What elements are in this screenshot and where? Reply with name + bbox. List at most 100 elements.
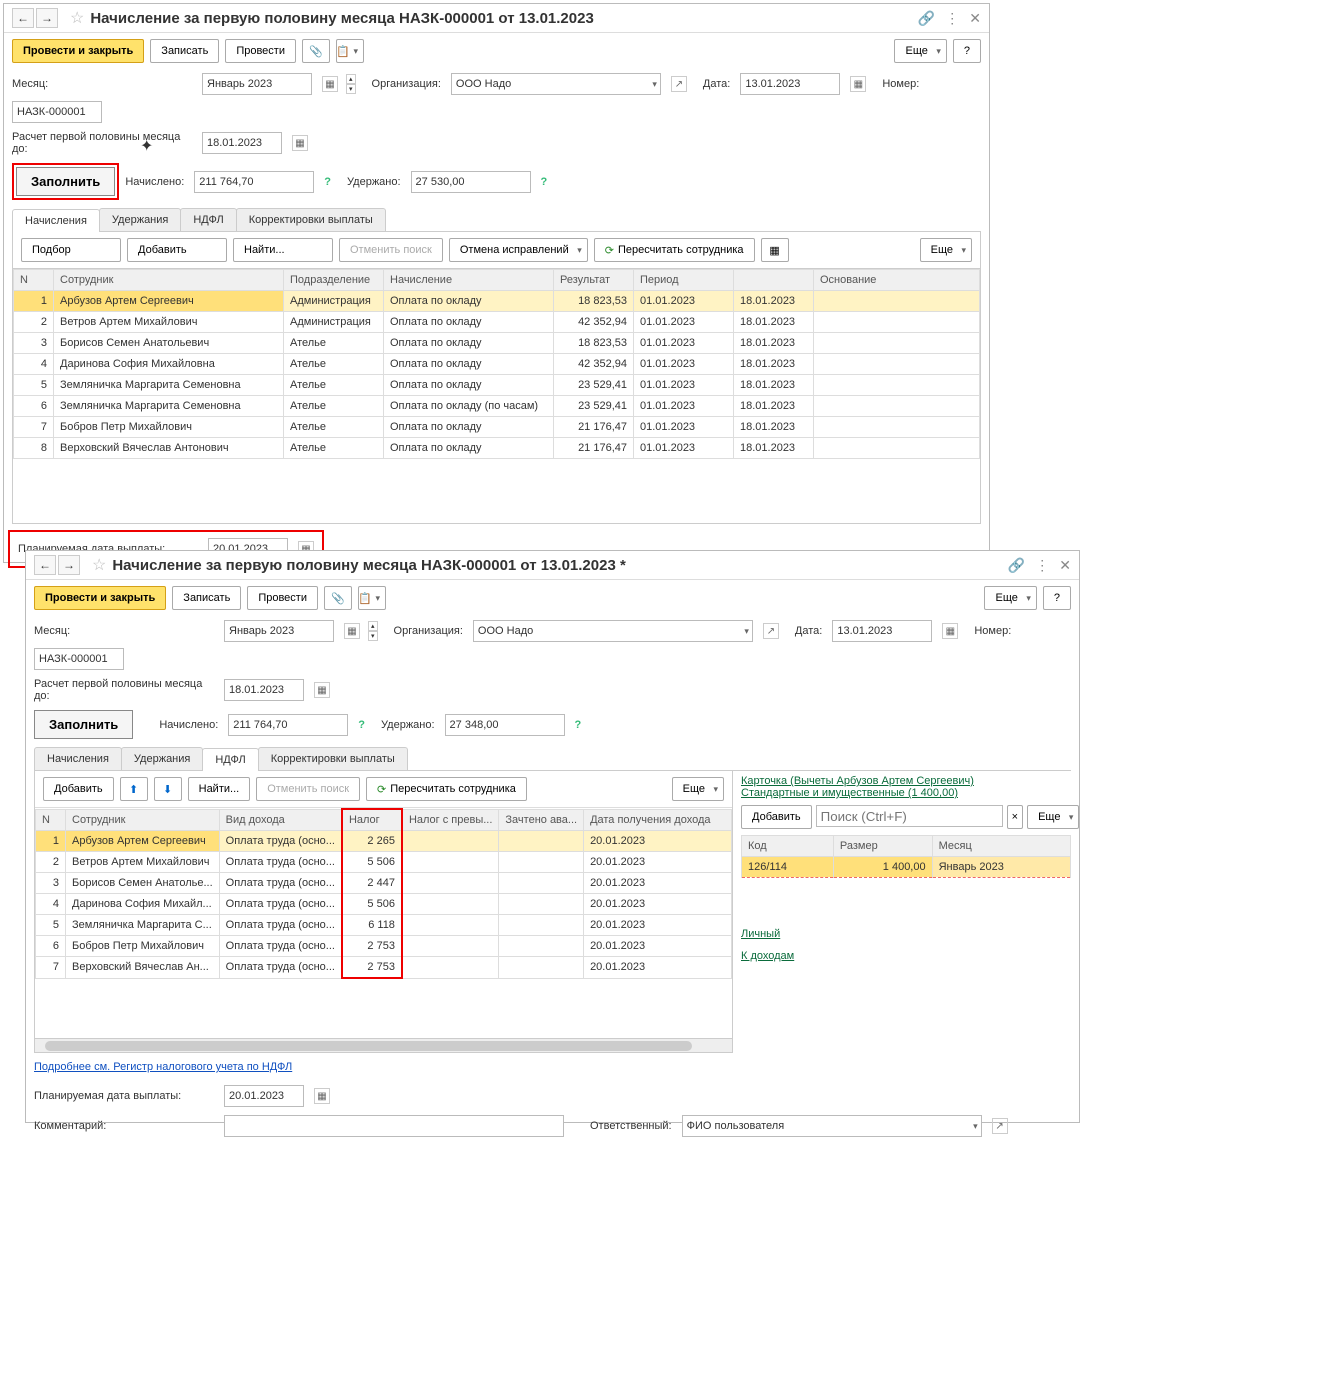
col-tax[interactable]: Налог (342, 809, 402, 831)
close-icon[interactable]: ✕ (969, 10, 981, 27)
link-icon[interactable]: 🔗 (1008, 557, 1025, 574)
side-col-month[interactable]: Месяц (932, 836, 1070, 857)
table-row[interactable]: 7Бобров Петр МихайловичАтельеОплата по о… (14, 417, 980, 438)
recalc-button[interactable]: ⟳Пересчитать сотрудника (594, 238, 755, 262)
register-link[interactable]: Подробнее см. Регистр налогового учета п… (34, 1061, 292, 1073)
month-down[interactable]: ▾ (368, 631, 378, 641)
col-base[interactable]: Основание (814, 270, 980, 291)
col-date[interactable]: Дата получения дохода (584, 809, 732, 831)
table-row[interactable]: 5Земляничка Маргарита С...Оплата труда (… (36, 915, 732, 936)
tab-corrections[interactable]: Корректировки выплаты (236, 208, 386, 231)
accrued-input[interactable]: 211 764,70 (228, 714, 348, 736)
side-search-input[interactable] (816, 805, 1003, 827)
table-row[interactable]: 4Даринова София Михайл...Оплата труда (о… (36, 894, 732, 915)
table-row[interactable]: 1Арбузов Артем СергеевичАдминистрацияОпл… (14, 291, 980, 312)
select-button[interactable]: Подбор (21, 238, 121, 262)
more-button[interactable]: Еще (984, 586, 1036, 610)
scrollbar[interactable] (35, 1038, 732, 1052)
personal-link[interactable]: Личный (741, 928, 780, 940)
tab-ndfl[interactable]: НДФЛ (180, 208, 236, 231)
help-icon[interactable]: ? (358, 719, 365, 731)
col-period2[interactable] (734, 270, 814, 291)
attach-icon[interactable]: 📎 (302, 39, 330, 63)
calendar-icon[interactable]: ▦ (292, 135, 308, 151)
more-button[interactable]: Еще (920, 238, 972, 262)
fill-button[interactable]: Заполнить (34, 710, 133, 739)
withheld-input[interactable]: 27 348,00 (445, 714, 565, 736)
nav-fwd[interactable]: → (36, 8, 58, 28)
help-icon[interactable]: ? (324, 176, 331, 188)
table-row[interactable]: 8Верховский Вячеслав АнтоновичАтельеОпла… (14, 438, 980, 459)
col-adv[interactable]: Зачтено ава... (499, 809, 584, 831)
cancel-fix-button[interactable]: Отмена исправлений (449, 238, 588, 262)
paste-icon[interactable]: 📋 (336, 39, 364, 63)
save-button[interactable]: Записать (150, 39, 219, 63)
calendar-icon[interactable]: ▦ (314, 1088, 330, 1104)
tab-accruals[interactable]: Начисления (34, 747, 122, 770)
table-row[interactable]: 1Арбузов Артем СергеевичОплата труда (ос… (36, 831, 732, 852)
attach-icon[interactable]: 📎 (324, 586, 352, 610)
side-row[interactable]: 126/114 1 400,00 Январь 2023 (742, 857, 1071, 878)
col-res[interactable]: Результат (554, 270, 634, 291)
calendar-icon[interactable]: ▦ (314, 682, 330, 698)
income-link[interactable]: К доходам (741, 950, 794, 962)
table-row[interactable]: 3Борисов Семен АнатольевичАтельеОплата п… (14, 333, 980, 354)
clear-icon[interactable]: × (1007, 805, 1023, 829)
org-input[interactable]: ООО Надо (473, 620, 753, 642)
org-open-icon[interactable]: ↗ (671, 76, 687, 92)
table-row[interactable]: 5Земляничка Маргарита СеменовнаАтельеОпл… (14, 375, 980, 396)
help-button[interactable]: ? (953, 39, 981, 63)
up-icon[interactable]: ⬆ (120, 777, 148, 801)
tab-corrections[interactable]: Корректировки выплаты (258, 747, 408, 770)
table-row[interactable]: 6Бобров Петр МихайловичОплата труда (осн… (36, 936, 732, 957)
withheld-input[interactable]: 27 530,00 (411, 171, 531, 193)
card-icon[interactable]: ▦ (761, 238, 789, 262)
month-input[interactable]: Январь 2023 (202, 73, 312, 95)
calendar-icon[interactable]: ▦ (942, 623, 958, 639)
num-input[interactable]: НАЗК-000001 (34, 648, 124, 670)
table-row[interactable]: 3Борисов Семен Анатолье...Оплата труда (… (36, 873, 732, 894)
kebab-icon[interactable]: ⋮ (1035, 557, 1049, 574)
table-row[interactable]: 6Земляничка Маргарита СеменовнаАтельеОпл… (14, 396, 980, 417)
date-input[interactable]: 13.01.2023 (740, 73, 840, 95)
post-close-button[interactable]: Провести и закрыть (34, 586, 166, 610)
comment-input[interactable] (224, 1115, 564, 1137)
col-emp[interactable]: Сотрудник (54, 270, 284, 291)
nav-fwd[interactable]: → (58, 555, 80, 575)
col-exc[interactable]: Налог с превы... (402, 809, 499, 831)
more-button[interactable]: Еще (672, 777, 724, 801)
add-button[interactable]: Добавить (43, 777, 114, 801)
col-type[interactable]: Вид дохода (219, 809, 342, 831)
col-n[interactable]: N (14, 270, 54, 291)
accrued-input[interactable]: 211 764,70 (194, 171, 314, 193)
tab-accruals[interactable]: Начисления (12, 209, 100, 232)
table-accruals[interactable]: N Сотрудник Подразделение Начисление Рез… (12, 269, 981, 524)
calendar-icon[interactable]: ▦ (344, 623, 360, 639)
find-button[interactable]: Найти... (188, 777, 251, 801)
help-icon[interactable]: ? (541, 176, 548, 188)
org-open-icon[interactable]: ↗ (763, 623, 779, 639)
calc-to-input[interactable]: 18.01.2023 (224, 679, 304, 701)
month-up[interactable]: ▴ (368, 621, 378, 631)
tab-withholdings[interactable]: Удержания (121, 747, 203, 770)
table-ndfl[interactable]: N Сотрудник Вид дохода Налог Налог с пре… (35, 808, 732, 1038)
side-col-size[interactable]: Размер (833, 836, 932, 857)
tab-ndfl[interactable]: НДФЛ (202, 748, 258, 771)
side-more-button[interactable]: Еще (1027, 805, 1079, 829)
resp-input[interactable]: ФИО пользователя (682, 1115, 982, 1137)
calendar-icon[interactable]: ▦ (322, 76, 338, 92)
paste-icon[interactable]: 📋 (358, 586, 386, 610)
table-row[interactable]: 2Ветров Артем МихайловичОплата труда (ос… (36, 852, 732, 873)
table-row[interactable]: 2Ветров Артем МихайловичАдминистрацияОпл… (14, 312, 980, 333)
plan-date-input[interactable]: 20.01.2023 (224, 1085, 304, 1107)
month-up[interactable]: ▴ (346, 74, 356, 84)
more-button[interactable]: Еще (894, 39, 946, 63)
std-link[interactable]: Стандартные и имущественные (1 400,00) (741, 787, 958, 799)
recalc-button[interactable]: ⟳Пересчитать сотрудника (366, 777, 527, 801)
star-icon[interactable]: ☆ (92, 555, 106, 575)
org-input[interactable]: ООО Надо (451, 73, 661, 95)
nav-back[interactable]: ← (34, 555, 56, 575)
date-input[interactable]: 13.01.2023 (832, 620, 932, 642)
side-add-button[interactable]: Добавить (741, 805, 812, 829)
side-col-code[interactable]: Код (742, 836, 834, 857)
